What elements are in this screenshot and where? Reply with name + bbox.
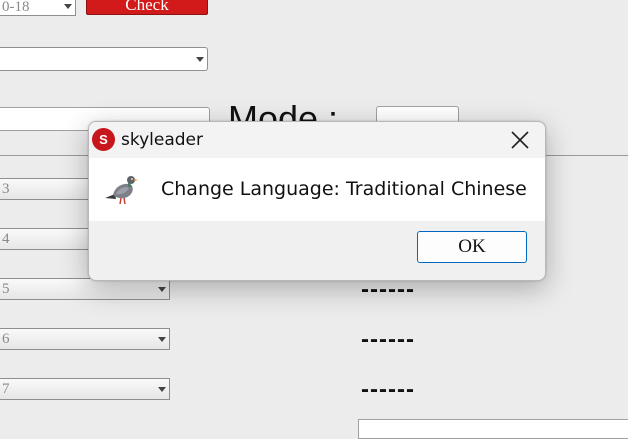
row-combo-value: 6 [2,331,10,347]
app-logo-icon: S [92,128,115,151]
chevron-down-icon [64,4,72,9]
row-status: ------ [361,376,415,403]
date-combo-value: 0-18 [2,0,30,15]
pigeon-icon [105,176,138,205]
chevron-down-icon [158,287,166,292]
row-status: ------ [361,326,415,353]
check-button[interactable]: Check [86,0,208,15]
dialog-title: skyleader [121,130,203,150]
chevron-down-icon [158,387,166,392]
row-combo[interactable]: 7 [0,378,170,400]
ok-button[interactable]: OK [417,231,527,263]
dialog-message: Change Language: Traditional Chinese [161,178,527,200]
row-combo-value: 7 [2,381,10,397]
row-combo-value: 3 [2,181,10,197]
row-combo[interactable]: 6 [0,328,170,350]
row-combo-value: 4 [2,231,10,247]
row-combo-value: 5 [2,281,10,297]
selection-combo[interactable] [0,47,208,71]
chevron-down-icon [158,337,166,342]
chevron-down-icon [196,57,204,62]
bottom-field[interactable] [358,419,628,439]
dialog-titlebar: S skyleader [89,122,545,158]
row-combo[interactable]: 5 [0,278,170,300]
close-icon[interactable] [509,129,531,151]
date-combo[interactable]: 0-18 [0,0,76,16]
dialog-body: Change Language: Traditional Chinese [89,158,545,221]
message-dialog: S skyleader Change Language: Traditional… [88,121,546,281]
